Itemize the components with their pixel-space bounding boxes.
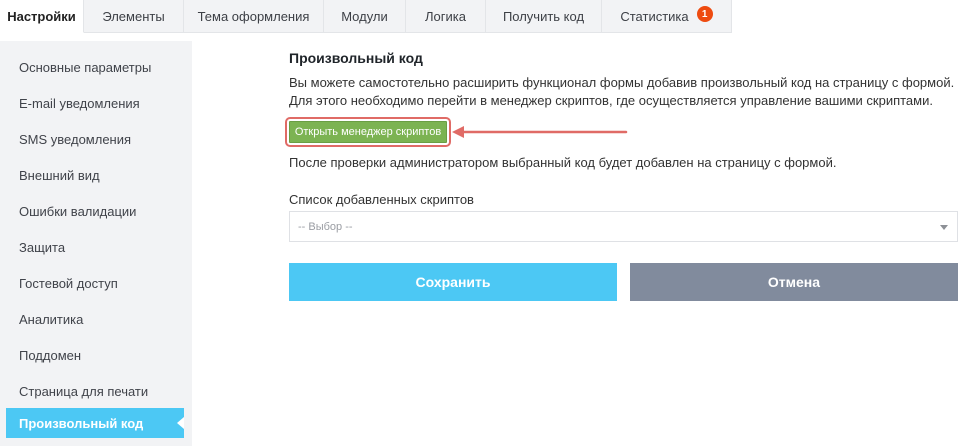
moderation-note: После проверки администратором выбранный… bbox=[289, 155, 837, 170]
description-text: Вы можете самостотельно расширить функци… bbox=[289, 75, 955, 108]
open-script-manager-button[interactable]: Открыть менеджер скриптов bbox=[285, 117, 451, 147]
top-tabs: Настройки Элементы Тема оформления Модул… bbox=[0, 0, 960, 33]
save-button[interactable]: Сохранить bbox=[289, 263, 617, 301]
sidebar-item-label: Гостевой доступ bbox=[19, 275, 118, 291]
sidebar-item-main-params[interactable]: Основные параметры bbox=[6, 52, 184, 82]
sidebar-item-guest-access[interactable]: Гостевой доступ bbox=[6, 268, 184, 298]
sidebar-item-label: Произвольный код bbox=[19, 415, 144, 431]
scripts-list-label: Список добавленных скриптов bbox=[289, 192, 474, 207]
tab-elements[interactable]: Элементы bbox=[84, 0, 184, 33]
sidebar-item-email[interactable]: E-mail уведомления bbox=[6, 88, 184, 118]
sidebar-item-appearance[interactable]: Внешний вид bbox=[6, 160, 184, 190]
tab-label: Получить код bbox=[502, 8, 585, 24]
sidebar-item-print-page[interactable]: Страница для печати bbox=[6, 376, 184, 406]
cancel-button[interactable]: Отмена bbox=[630, 263, 958, 301]
sidebar-item-label: Аналитика bbox=[19, 311, 84, 327]
sidebar-item-label: Внешний вид bbox=[19, 167, 100, 183]
tab-logic[interactable]: Логика bbox=[406, 0, 486, 33]
sidebar-item-label: Поддомен bbox=[19, 347, 82, 363]
sidebar: Основные параметры E-mail уведомления SM… bbox=[0, 41, 192, 446]
sidebar-item-analytics[interactable]: Аналитика bbox=[6, 304, 184, 334]
tab-settings[interactable]: Настройки bbox=[0, 0, 84, 33]
sidebar-item-label: Защита bbox=[19, 239, 66, 255]
sidebar-item-sms[interactable]: SMS уведомления bbox=[6, 124, 184, 154]
sidebar-item-label: SMS уведомления bbox=[19, 131, 132, 147]
tab-label: Тема оформления bbox=[197, 8, 310, 24]
sidebar-item-label: E-mail уведомления bbox=[19, 95, 140, 111]
highlight-arrow-icon bbox=[452, 126, 628, 138]
tab-label: Статистика bbox=[620, 8, 689, 24]
scripts-select[interactable]: -- Выбор -- bbox=[289, 211, 958, 242]
sidebar-item-label: Страница для печати bbox=[19, 383, 149, 399]
sidebar-item-validation-errors[interactable]: Ошибки валидации bbox=[6, 196, 184, 226]
page-title: Произвольный код bbox=[289, 50, 423, 66]
tab-modules[interactable]: Модули bbox=[324, 0, 406, 33]
tab-statistics[interactable]: Статистика 1 bbox=[602, 0, 732, 33]
notification-badge: 1 bbox=[696, 6, 713, 22]
sidebar-item-custom-code[interactable]: Произвольный код bbox=[6, 408, 184, 438]
sidebar-item-label: Основные параметры bbox=[19, 59, 152, 75]
tab-label: Настройки bbox=[7, 8, 76, 24]
tab-get-code[interactable]: Получить код bbox=[486, 0, 602, 33]
tab-label: Элементы bbox=[102, 8, 165, 24]
select-value: -- Выбор -- bbox=[298, 220, 353, 233]
sidebar-item-label: Ошибки валидации bbox=[19, 203, 137, 219]
tab-label: Модули bbox=[341, 8, 388, 24]
sidebar-item-subdomain[interactable]: Поддомен bbox=[6, 340, 184, 370]
tab-theme[interactable]: Тема оформления bbox=[184, 0, 324, 33]
chevron-down-icon bbox=[940, 225, 948, 230]
tab-label: Логика bbox=[425, 8, 466, 24]
sidebar-item-protection[interactable]: Защита bbox=[6, 232, 184, 262]
